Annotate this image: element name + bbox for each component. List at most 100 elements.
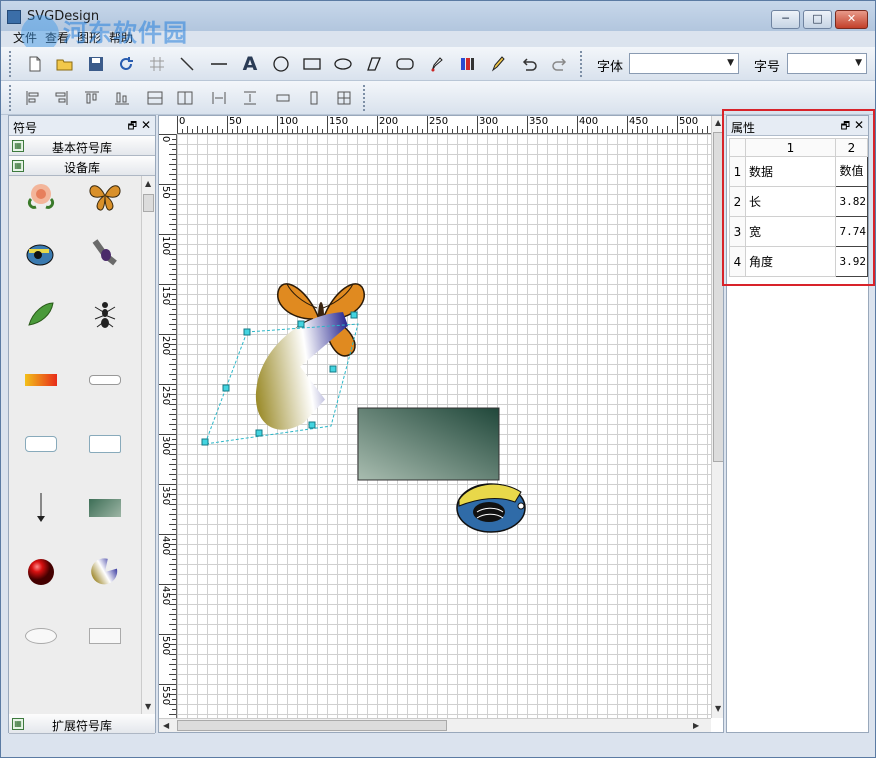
font-size-select[interactable]: ▼	[787, 53, 867, 74]
ant-symbol-icon[interactable]	[85, 296, 125, 332]
align-top-icon[interactable]	[80, 86, 104, 110]
chevron-down-icon[interactable]: ▼	[727, 58, 734, 68]
library-basic-label: 基本符号库	[51, 141, 112, 155]
canvas-horizontal-scrollbar[interactable]: ◀ ▶	[159, 718, 711, 732]
drawing-canvas[interactable]	[177, 134, 711, 718]
rect-symbol-icon[interactable]	[85, 618, 125, 654]
menu-shape[interactable]: 图形	[73, 29, 105, 47]
ruler-label: 300	[160, 436, 171, 456]
polygon-tool-icon[interactable]	[362, 52, 386, 76]
pin-icon[interactable]: 🗗	[128, 119, 137, 136]
library-basic[interactable]: ▦ 基本符号库	[9, 136, 155, 156]
undo-icon[interactable]	[517, 52, 541, 76]
menu-help[interactable]: 帮助	[105, 29, 137, 47]
fish-symbol-icon[interactable]	[21, 236, 61, 272]
vertical-ruler: 0 50 100 150 200 250 300 350 400 450 500 550	[159, 134, 177, 718]
scroll-left-icon[interactable]: ◀	[163, 721, 169, 730]
horizontal-ruler: 0 50 100 150 200 250 300 350 400 450 500	[177, 116, 711, 134]
green-rect-shape[interactable]	[357, 407, 500, 481]
font-select[interactable]: ▼	[629, 53, 739, 74]
chevron-down-icon[interactable]: ▼	[855, 58, 862, 68]
align-left-icon[interactable]	[21, 86, 45, 110]
maximize-button[interactable]: □	[803, 10, 832, 29]
redo-icon[interactable]	[548, 52, 572, 76]
butterfly-symbol-icon[interactable]	[85, 178, 125, 214]
ruler-label: 0	[160, 136, 171, 143]
small-button-symbol-icon[interactable]	[21, 426, 61, 462]
scroll-up-icon[interactable]: ▲	[145, 179, 151, 188]
pen-tool-icon[interactable]	[424, 52, 448, 76]
leaf-symbol-icon[interactable]	[21, 296, 61, 332]
ruler-label: 350	[160, 486, 171, 506]
fish-shape[interactable]	[456, 483, 526, 533]
status-bar	[1, 735, 875, 757]
scroll-down-icon[interactable]: ▼	[715, 704, 721, 713]
red-ball-symbol-icon[interactable]	[21, 554, 61, 590]
symbol-panel-header: 符号 🗗 ✕	[9, 116, 155, 136]
close-button[interactable]: ✕	[835, 10, 868, 29]
app-icon	[7, 10, 21, 24]
refresh-icon[interactable]	[114, 52, 138, 76]
open-folder-icon[interactable]	[53, 52, 77, 76]
save-icon[interactable]	[84, 52, 108, 76]
library-extended-label: 扩展符号库	[51, 719, 112, 733]
green-rect-symbol-icon[interactable]	[85, 490, 125, 526]
align-right-icon[interactable]	[49, 86, 73, 110]
toolbar-grip[interactable]	[9, 85, 13, 111]
align-bottom-icon[interactable]	[110, 86, 134, 110]
ruler-label: 200	[160, 336, 171, 356]
center-vertical-icon[interactable]	[173, 86, 197, 110]
scroll-thumb[interactable]	[177, 720, 447, 731]
flower-symbol-icon[interactable]	[21, 178, 61, 214]
scroll-thumb[interactable]	[143, 194, 154, 212]
distribute-horizontal-icon[interactable]	[207, 86, 231, 110]
toolbar-grip[interactable]	[363, 85, 367, 111]
toolbar-grip[interactable]	[9, 51, 13, 77]
minimize-button[interactable]: ─	[771, 10, 800, 29]
library-device[interactable]: ▦ 设备库	[9, 156, 155, 176]
library-extended[interactable]: ▦ 扩展符号库	[9, 714, 155, 734]
ruler-label: 250	[160, 386, 171, 406]
rectangle-tool-icon[interactable]	[300, 52, 324, 76]
rounded-rect-tool-icon[interactable]	[393, 52, 417, 76]
scroll-right-icon[interactable]: ▶	[693, 721, 699, 730]
menu-file[interactable]: 文件	[9, 29, 41, 47]
symbol-panel: 符号 🗗 ✕ ▦ 基本符号库 ▦ 设备库 ▲ ▼ ▦ 扩展符号库	[8, 115, 156, 734]
center-horizontal-icon[interactable]	[143, 86, 167, 110]
toolbar-grip[interactable]	[580, 51, 584, 77]
same-size-icon[interactable]	[332, 86, 356, 110]
pencil-icon[interactable]	[486, 52, 510, 76]
ruler-label: 100	[279, 116, 299, 127]
font-label: 字体	[597, 60, 624, 75]
window-title: SVGDesign	[27, 9, 100, 24]
grid-icon[interactable]	[145, 52, 169, 76]
fly-symbol-icon[interactable]	[85, 236, 125, 272]
menu-bar: 文件 查看 图形 帮助	[9, 29, 137, 47]
pie-shape[interactable]	[201, 311, 361, 446]
line-tool-icon[interactable]	[207, 52, 231, 76]
button-symbol-icon[interactable]	[85, 362, 125, 398]
same-width-icon[interactable]	[271, 86, 295, 110]
title-bar: SVGDesign ─ □ ✕	[1, 1, 875, 31]
pie-symbol-icon[interactable]	[85, 554, 125, 590]
pointer-line-icon[interactable]	[175, 52, 199, 76]
gradient-bar-symbol-icon[interactable]	[21, 362, 61, 398]
ruler-corner	[159, 116, 177, 134]
symbol-scrollbar[interactable]: ▲ ▼	[141, 176, 155, 714]
distribute-vertical-icon[interactable]	[238, 86, 262, 110]
ruler-label: 50	[160, 186, 171, 199]
text-tool-icon[interactable]: A	[238, 52, 262, 76]
ellipse-symbol-icon[interactable]	[21, 618, 61, 654]
scroll-down-icon[interactable]: ▼	[145, 702, 151, 711]
ellipse-tool-icon[interactable]	[331, 52, 355, 76]
color-tool-icon[interactable]	[455, 52, 479, 76]
scroll-up-icon[interactable]: ▲	[715, 118, 721, 127]
circle-tool-icon[interactable]	[269, 52, 293, 76]
arrow-symbol-icon[interactable]	[21, 490, 61, 526]
font-size-label: 字号	[754, 60, 781, 75]
panel-symbol-icon[interactable]	[85, 426, 125, 462]
new-file-icon[interactable]	[23, 52, 47, 76]
close-icon[interactable]: ✕	[141, 118, 151, 132]
menu-view[interactable]: 查看	[41, 29, 73, 47]
same-height-icon[interactable]	[302, 86, 326, 110]
